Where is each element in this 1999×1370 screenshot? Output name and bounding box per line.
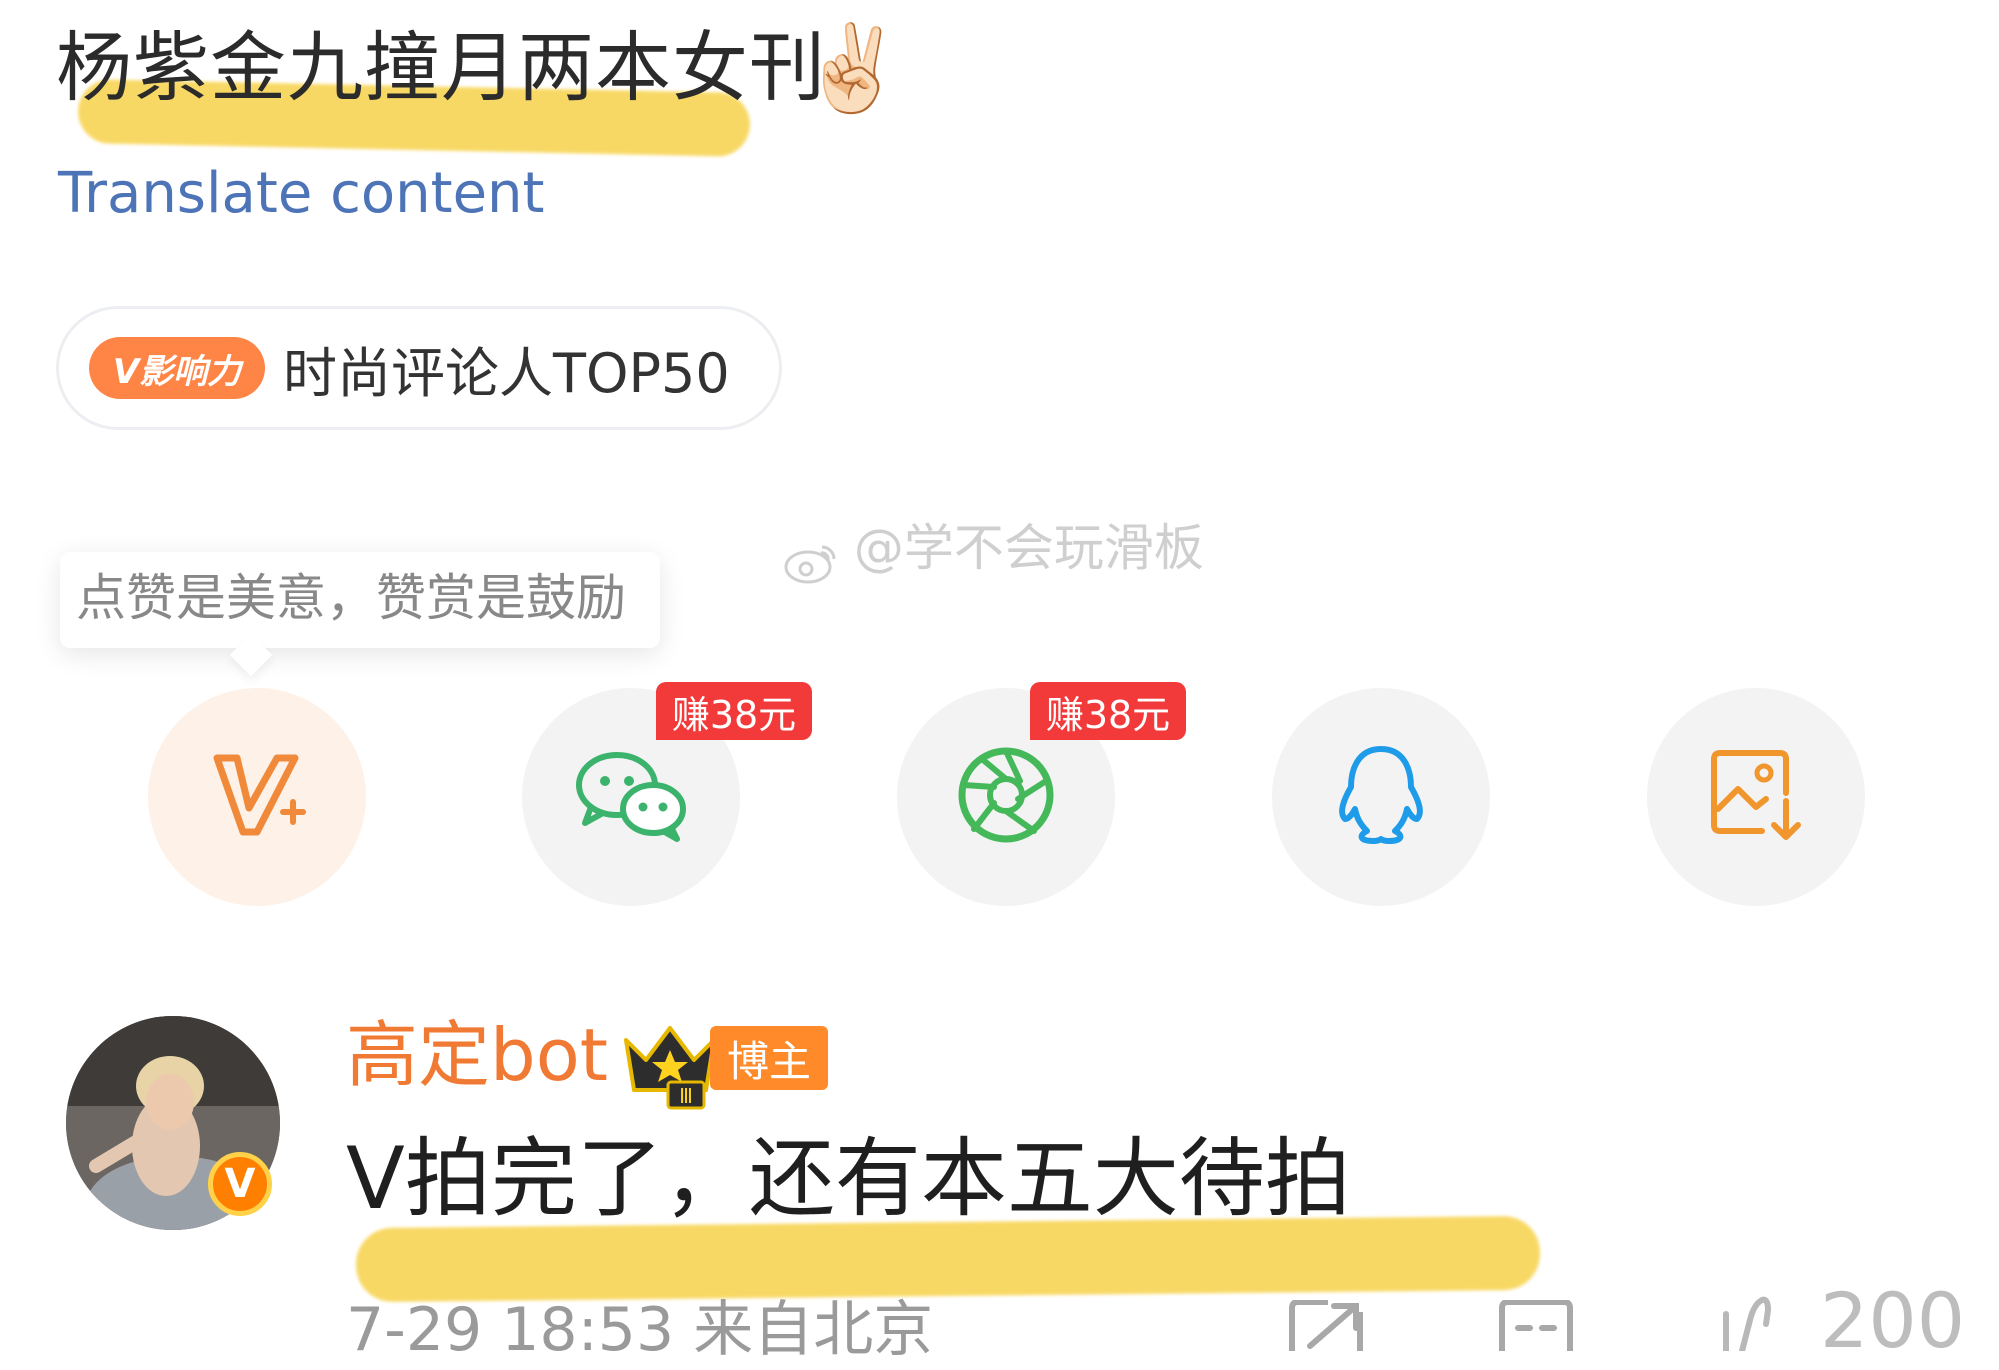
influence-ranking-pill[interactable]: V影响力 时尚评论人TOP50 xyxy=(56,306,782,430)
save-image-button[interactable] xyxy=(1647,688,1865,906)
comment-author-name[interactable]: 高定bot xyxy=(346,1010,608,1100)
crown-level-icon: Ⅲ xyxy=(620,1020,720,1114)
influence-badge: V影响力 xyxy=(89,337,265,399)
vip-share-button[interactable] xyxy=(148,688,366,906)
translate-content-link[interactable]: Translate content xyxy=(58,160,544,228)
peace-hand-emoji: ✌🏻 xyxy=(800,19,905,117)
like-count: 200 xyxy=(1820,1276,1966,1365)
wechat-reward-badge: 赚38元 xyxy=(656,682,812,740)
comment-icon[interactable] xyxy=(1496,1299,1576,1355)
watermark-text: @学不会玩滑板 xyxy=(853,519,1204,577)
influence-ranking-label: 时尚评论人TOP50 xyxy=(283,341,730,405)
vip-plus-icon xyxy=(207,750,307,844)
qq-icon xyxy=(1333,743,1429,851)
crown-level-text: Ⅲ xyxy=(679,1084,693,1108)
moments-reward-badge: 赚38元 xyxy=(1030,682,1186,740)
repost-icon[interactable] xyxy=(1286,1299,1366,1355)
post-title: 杨紫金九撞月两本女刊 xyxy=(56,23,826,112)
qq-share-button[interactable] xyxy=(1272,688,1490,906)
blogger-role-badge: 博主 xyxy=(710,1026,828,1090)
moments-icon xyxy=(954,743,1058,851)
comment-text: V拍完了，还有本五大待拍 xyxy=(346,1129,1351,1229)
tip-tooltip-text: 点赞是美意，赞赏是鼓励 xyxy=(76,569,626,627)
verified-v-icon: V xyxy=(208,1152,272,1216)
comment-time-location: 7-29 18:53 来自北京 xyxy=(346,1295,934,1365)
like-icon[interactable] xyxy=(1712,1290,1792,1355)
save-image-icon xyxy=(1708,745,1804,849)
weibo-logo-icon xyxy=(784,530,838,583)
weibo-watermark: @学不会玩滑板 xyxy=(784,510,1204,586)
wechat-icon xyxy=(573,745,689,849)
